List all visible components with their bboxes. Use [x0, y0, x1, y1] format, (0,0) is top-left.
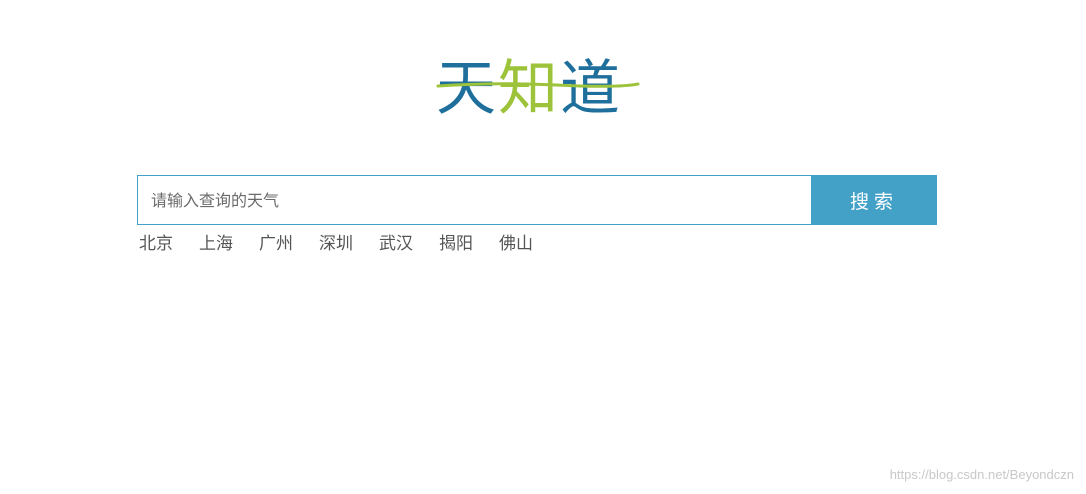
logo-text: 天知道 — [436, 52, 622, 126]
city-links: 北京 上海 广州 深圳 武汉 揭阳 佛山 — [137, 232, 535, 256]
logo-char-3: 道 — [560, 54, 622, 124]
search-button[interactable]: 搜索 — [811, 175, 937, 225]
watermark-text: https://blog.csdn.net/Beyondczn — [889, 467, 1074, 482]
city-link-guangzhou[interactable]: 广州 — [257, 232, 295, 256]
city-link-shanghai[interactable]: 上海 — [197, 232, 235, 256]
city-link-wuhan[interactable]: 武汉 — [377, 232, 415, 256]
city-link-beijing[interactable]: 北京 — [137, 232, 175, 256]
logo-char-2: 知 — [498, 54, 560, 124]
city-link-foshan[interactable]: 佛山 — [497, 232, 535, 256]
site-logo: 天知道 — [436, 52, 640, 126]
weather-search-page: 天知道 搜索 北京 上海 广州 深圳 武汉 揭阳 佛山 https://blog… — [0, 0, 1086, 494]
search-bar: 搜索 — [137, 175, 937, 225]
city-link-shenzhen[interactable]: 深圳 — [317, 232, 355, 256]
city-link-jieyang[interactable]: 揭阳 — [437, 232, 475, 256]
logo-char-1: 天 — [436, 54, 498, 124]
search-input[interactable] — [137, 175, 811, 225]
